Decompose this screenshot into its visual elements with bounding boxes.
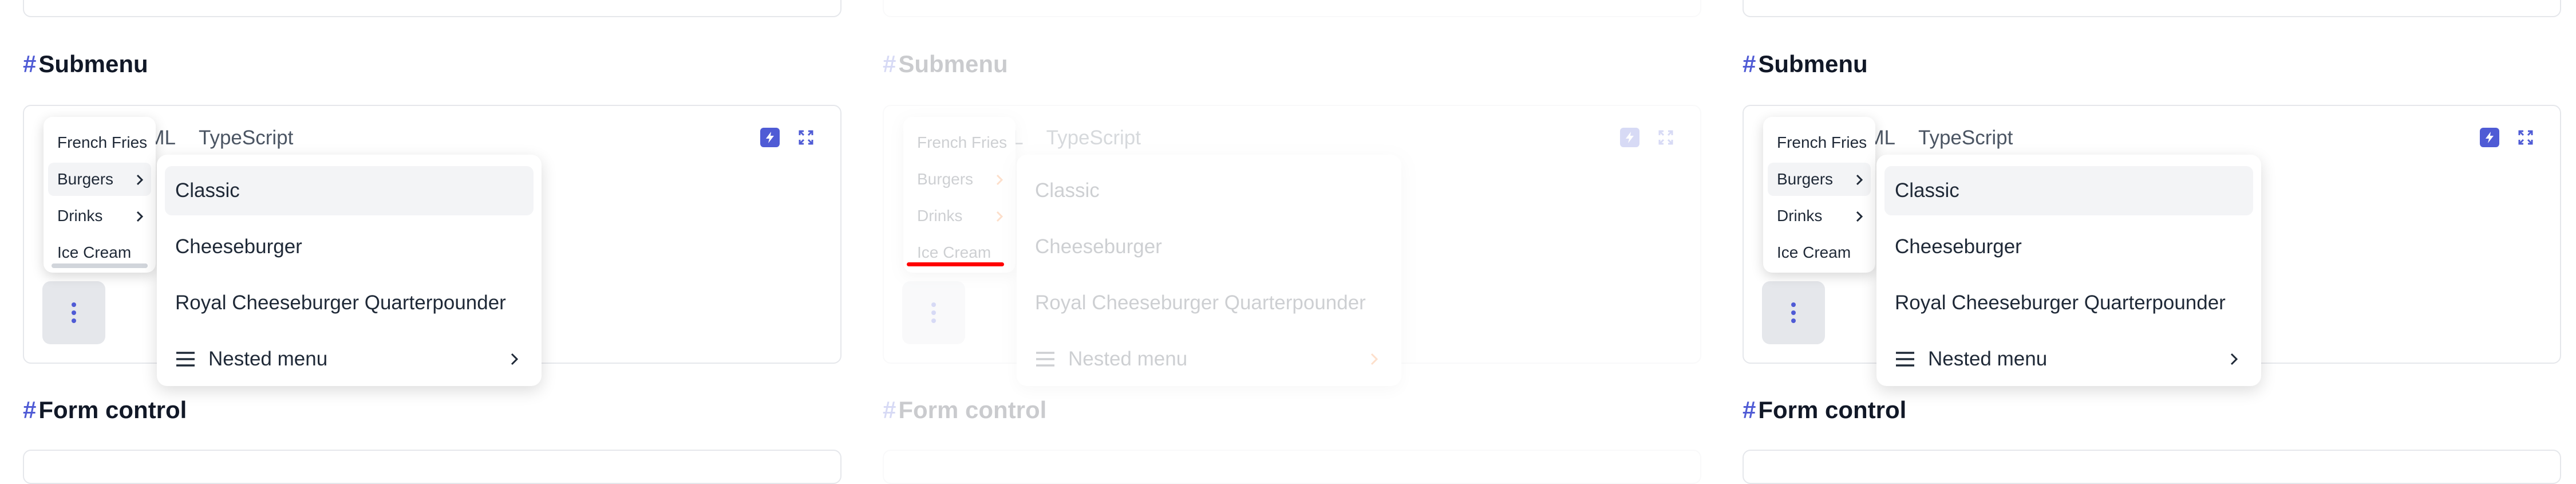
- menu-item-drinks[interactable]: Drinks: [908, 199, 1011, 233]
- next-demo-card: [883, 450, 1701, 484]
- tab-typescript[interactable]: TypeScript: [1918, 127, 2013, 149]
- chevron-right-icon: [511, 353, 519, 365]
- menu-item-royal-cheeseburger[interactable]: Royal Cheeseburger Quarterpounder: [165, 278, 534, 328]
- bolt-icon[interactable]: [1620, 128, 1639, 147]
- chevron-right-icon: [1856, 211, 1863, 222]
- more-vertical-icon: [931, 302, 936, 323]
- form-control-heading: #Form control: [1743, 396, 1907, 423]
- next-demo-card: [1743, 450, 2561, 484]
- code-tabs: TML TypeScript: [136, 127, 316, 149]
- menu-trigger-button[interactable]: [902, 281, 965, 344]
- scrollbar[interactable]: [52, 263, 148, 268]
- menu-item-nested-menu[interactable]: Nested menu: [1025, 335, 1393, 384]
- previous-demo-card: [23, 0, 841, 17]
- expand-icon[interactable]: [1656, 128, 1676, 147]
- menu-item-burgers[interactable]: Burgers: [1768, 163, 1871, 196]
- menu-item-french-fries[interactable]: French Fries: [48, 126, 151, 159]
- anchor-hash[interactable]: #: [23, 396, 36, 423]
- menu-item-drinks[interactable]: Drinks: [48, 199, 151, 233]
- anchor-hash[interactable]: #: [1743, 50, 1756, 77]
- menu-item-classic[interactable]: Classic: [1884, 166, 2253, 215]
- expand-icon[interactable]: [2516, 128, 2535, 147]
- menu-item-ice-cream[interactable]: Ice Cream: [1768, 236, 1871, 269]
- submenu-heading: #Submenu: [883, 50, 1008, 77]
- hamburger-icon: [175, 351, 196, 367]
- more-vertical-icon: [72, 302, 76, 323]
- nested-submenu: Classic Cheeseburger Royal Cheeseburger …: [157, 155, 542, 386]
- menu-item-cheeseburger[interactable]: Cheeseburger: [1884, 222, 2253, 271]
- menu-item-burgers[interactable]: Burgers: [48, 163, 151, 196]
- menu-item-royal-cheeseburger[interactable]: Royal Cheeseburger Quarterpounder: [1025, 278, 1393, 328]
- menu-item-classic[interactable]: Classic: [165, 166, 534, 215]
- menu-item-nested-menu[interactable]: Nested menu: [165, 335, 534, 384]
- chevron-right-icon: [136, 174, 143, 186]
- panel-focus-visible: #Submenu MLTypeScript French Fries Burge…: [883, 0, 1701, 484]
- submenu-heading: #Submenu: [1743, 50, 1868, 77]
- expand-icon[interactable]: [796, 128, 816, 147]
- more-vertical-icon: [1791, 302, 1796, 323]
- nested-submenu: Classic Cheeseburger Royal Cheeseburger …: [1017, 155, 1401, 386]
- tab-typescript[interactable]: TypeScript: [1046, 127, 1141, 149]
- panel-hover: #Submenu TML TypeScript French Fries Burg…: [1743, 0, 2561, 484]
- menu-trigger-button[interactable]: [42, 281, 105, 344]
- hamburger-icon: [1895, 351, 1915, 367]
- nested-submenu: Classic Cheeseburger Royal Cheeseburger …: [1876, 155, 2261, 386]
- menu-item-cheeseburger[interactable]: Cheeseburger: [1025, 222, 1393, 271]
- code-tabs: MLTypeScript: [995, 127, 1164, 149]
- code-tabs: TML TypeScript: [1855, 127, 2036, 149]
- menu-item-cheeseburger[interactable]: Cheeseburger: [165, 222, 534, 271]
- menu-item-royal-cheeseburger[interactable]: Royal Cheeseburger Quarterpounder: [1884, 278, 2253, 328]
- chevron-right-icon: [136, 211, 143, 222]
- chevron-right-icon: [1370, 353, 1378, 365]
- focus-underline: [907, 262, 1004, 266]
- chevron-right-icon: [1856, 174, 1863, 186]
- anchor-hash[interactable]: #: [883, 50, 896, 77]
- submenu-heading: #Submenu: [23, 50, 148, 77]
- form-control-heading: #Form control: [23, 396, 187, 423]
- previous-demo-card: [883, 0, 1701, 17]
- menu-item-french-fries[interactable]: French Fries: [1768, 126, 1871, 159]
- menu-item-french-fries[interactable]: French Fries: [908, 126, 1011, 159]
- anchor-hash[interactable]: #: [23, 50, 36, 77]
- chevron-right-icon: [2230, 353, 2238, 365]
- submenu-list: French Fries Burgers Drinks Ice Cream: [44, 117, 156, 273]
- menu-trigger-button[interactable]: [1762, 281, 1825, 344]
- menu-item-burgers[interactable]: Burgers: [908, 163, 1011, 196]
- menu-item-classic[interactable]: Classic: [1025, 166, 1393, 215]
- form-control-heading: #Form control: [883, 396, 1047, 423]
- anchor-hash[interactable]: #: [1743, 396, 1756, 423]
- chevron-right-icon: [996, 211, 1003, 222]
- bolt-icon[interactable]: [760, 128, 780, 147]
- previous-demo-card: [1743, 0, 2561, 17]
- submenu-list: French Fries Burgers Drinks Ice Cream: [903, 117, 1016, 273]
- hamburger-icon: [1035, 351, 1056, 367]
- panel-default: #Submenu TML TypeScript French Fries Burg…: [23, 0, 841, 484]
- tab-typescript[interactable]: TypeScript: [199, 127, 293, 149]
- bolt-icon[interactable]: [2480, 128, 2499, 147]
- submenu-list: French Fries Burgers Drinks Ice Cream: [1763, 117, 1875, 273]
- next-demo-card: [23, 450, 841, 484]
- menu-item-nested-menu[interactable]: Nested menu: [1884, 335, 2253, 384]
- chevron-right-icon: [996, 174, 1003, 186]
- menu-item-drinks[interactable]: Drinks: [1768, 199, 1871, 233]
- anchor-hash[interactable]: #: [883, 396, 896, 423]
